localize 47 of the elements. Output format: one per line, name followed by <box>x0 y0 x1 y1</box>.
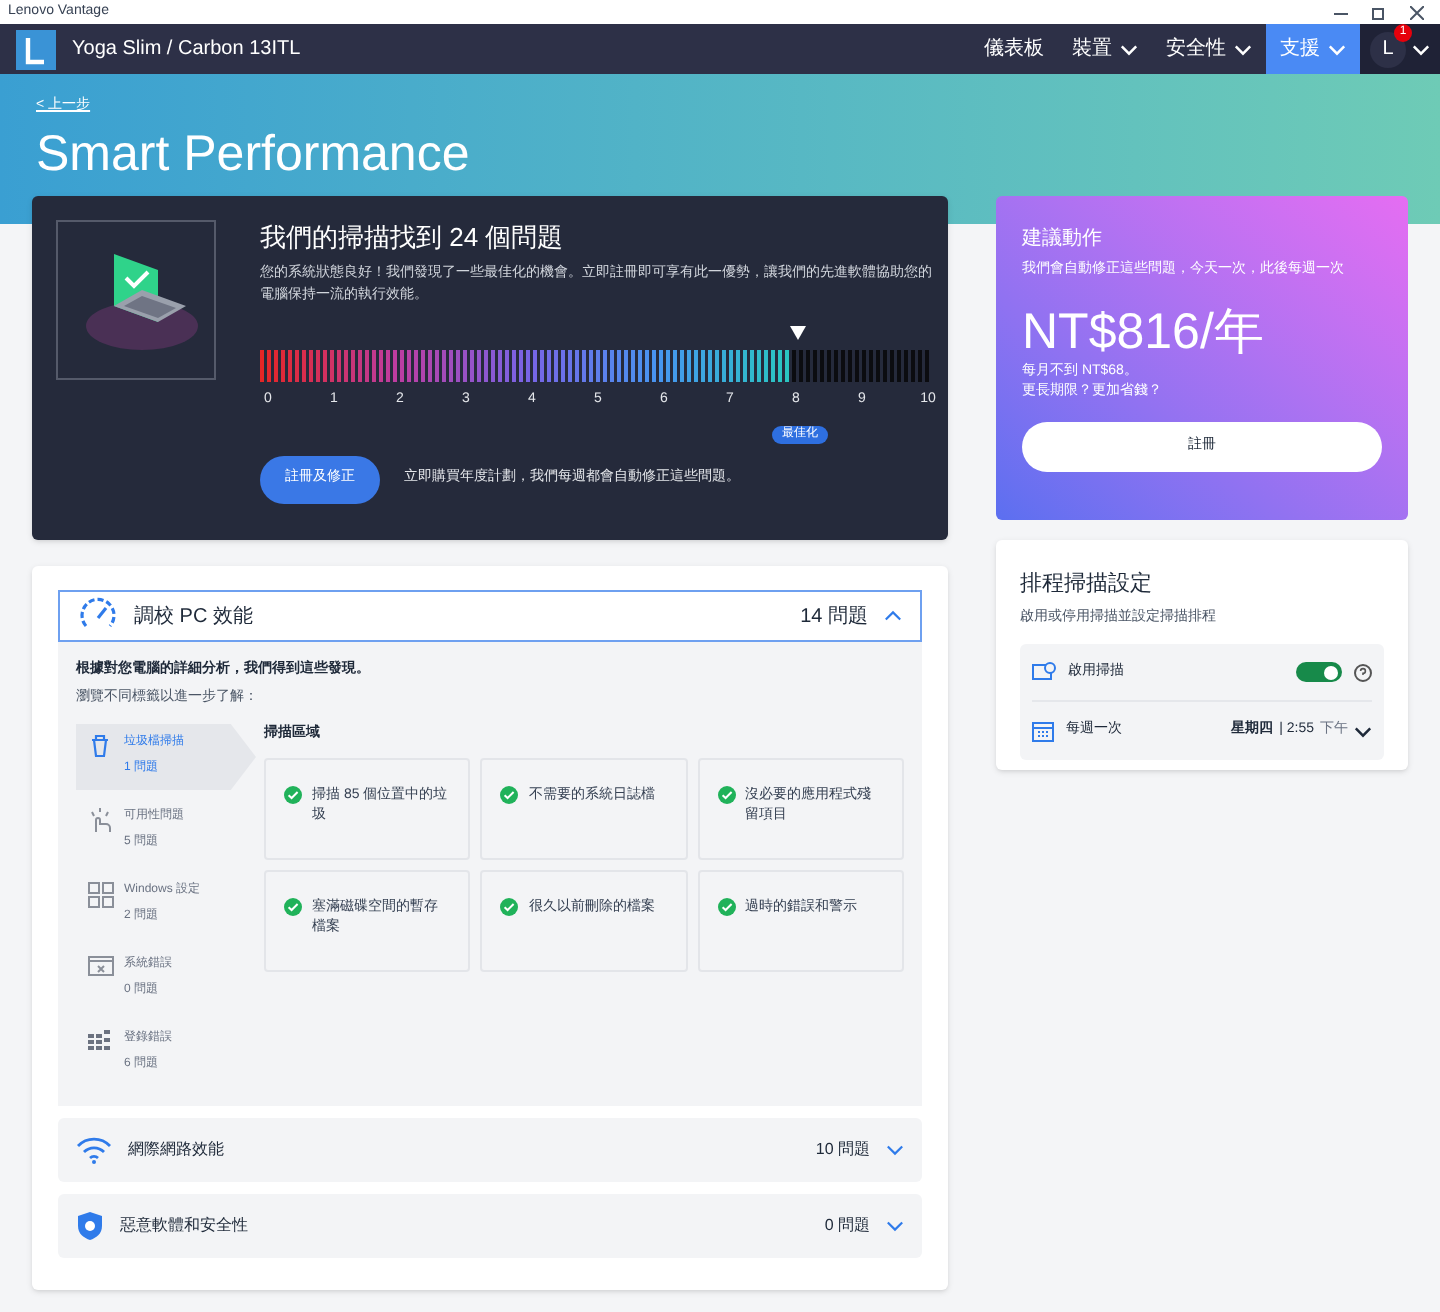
chevron-down-icon <box>1354 725 1372 737</box>
monitor-icon <box>1032 661 1056 683</box>
shield-icon <box>76 1210 104 1242</box>
device-name: Yoga Slim / Carbon 13ITL <box>72 36 301 64</box>
scan-title: 我們的掃描找到 24 個問題 <box>260 220 566 256</box>
check-icon <box>717 897 736 915</box>
chevron-down-icon <box>886 1144 904 1156</box>
windows-icon <box>87 882 113 908</box>
issue-count: 0 問題 <box>824 1214 870 1238</box>
nav-menu[interactable]: 裝置 <box>1058 24 1152 74</box>
chevron-down-icon <box>1120 43 1138 55</box>
avatar[interactable]: L <box>1370 31 1406 67</box>
issue-count: 10 問題 <box>815 1138 870 1162</box>
chevron-up-icon <box>884 610 902 622</box>
offer-price: NT$816/年 <box>1022 301 1266 361</box>
section-header[interactable]: 惡意軟體和安全性 0 問題 <box>58 1194 922 1258</box>
grid-icon <box>88 1030 112 1054</box>
section-title: 惡意軟體和安全性 <box>120 1214 250 1238</box>
window-error-icon <box>87 956 113 976</box>
chevron-down-icon <box>1328 43 1346 55</box>
section-title: 網際網路效能 <box>128 1138 226 1162</box>
check-icon <box>717 785 736 803</box>
calendar-icon <box>1032 720 1054 742</box>
section-header[interactable]: 網際網路效能 10 問題 <box>58 1118 922 1182</box>
check-icon <box>500 785 519 803</box>
help-icon[interactable] <box>1354 663 1372 681</box>
nav-menu[interactable]: 安全性 <box>1152 24 1266 74</box>
schedule-title: 排程掃描設定 <box>1020 569 1154 600</box>
nav-menu[interactable]: 儀表板 <box>970 24 1058 74</box>
chevron-down-icon <box>1234 43 1252 55</box>
check-icon <box>284 785 302 803</box>
issue-count: 14 問題 <box>800 603 868 631</box>
chevron-down-icon <box>886 1220 904 1232</box>
offer-title: 建議動作 <box>1022 225 1104 254</box>
logo-icon <box>16 29 56 69</box>
chevron-down-icon <box>1412 43 1430 55</box>
check-icon <box>500 897 519 915</box>
check-icon <box>284 897 302 915</box>
restore-icon[interactable] <box>1372 5 1386 19</box>
section-header[interactable]: 調校 PC 效能 14 問題 <box>58 590 922 642</box>
section-title: 調校 PC 效能 <box>134 603 255 631</box>
page-title: Smart Performance <box>36 123 472 185</box>
wifi-icon <box>76 1136 112 1164</box>
toggle-switch[interactable] <box>1296 662 1342 682</box>
close-icon[interactable] <box>1410 5 1424 19</box>
hand-icon <box>88 808 112 834</box>
trash-icon <box>90 734 110 758</box>
